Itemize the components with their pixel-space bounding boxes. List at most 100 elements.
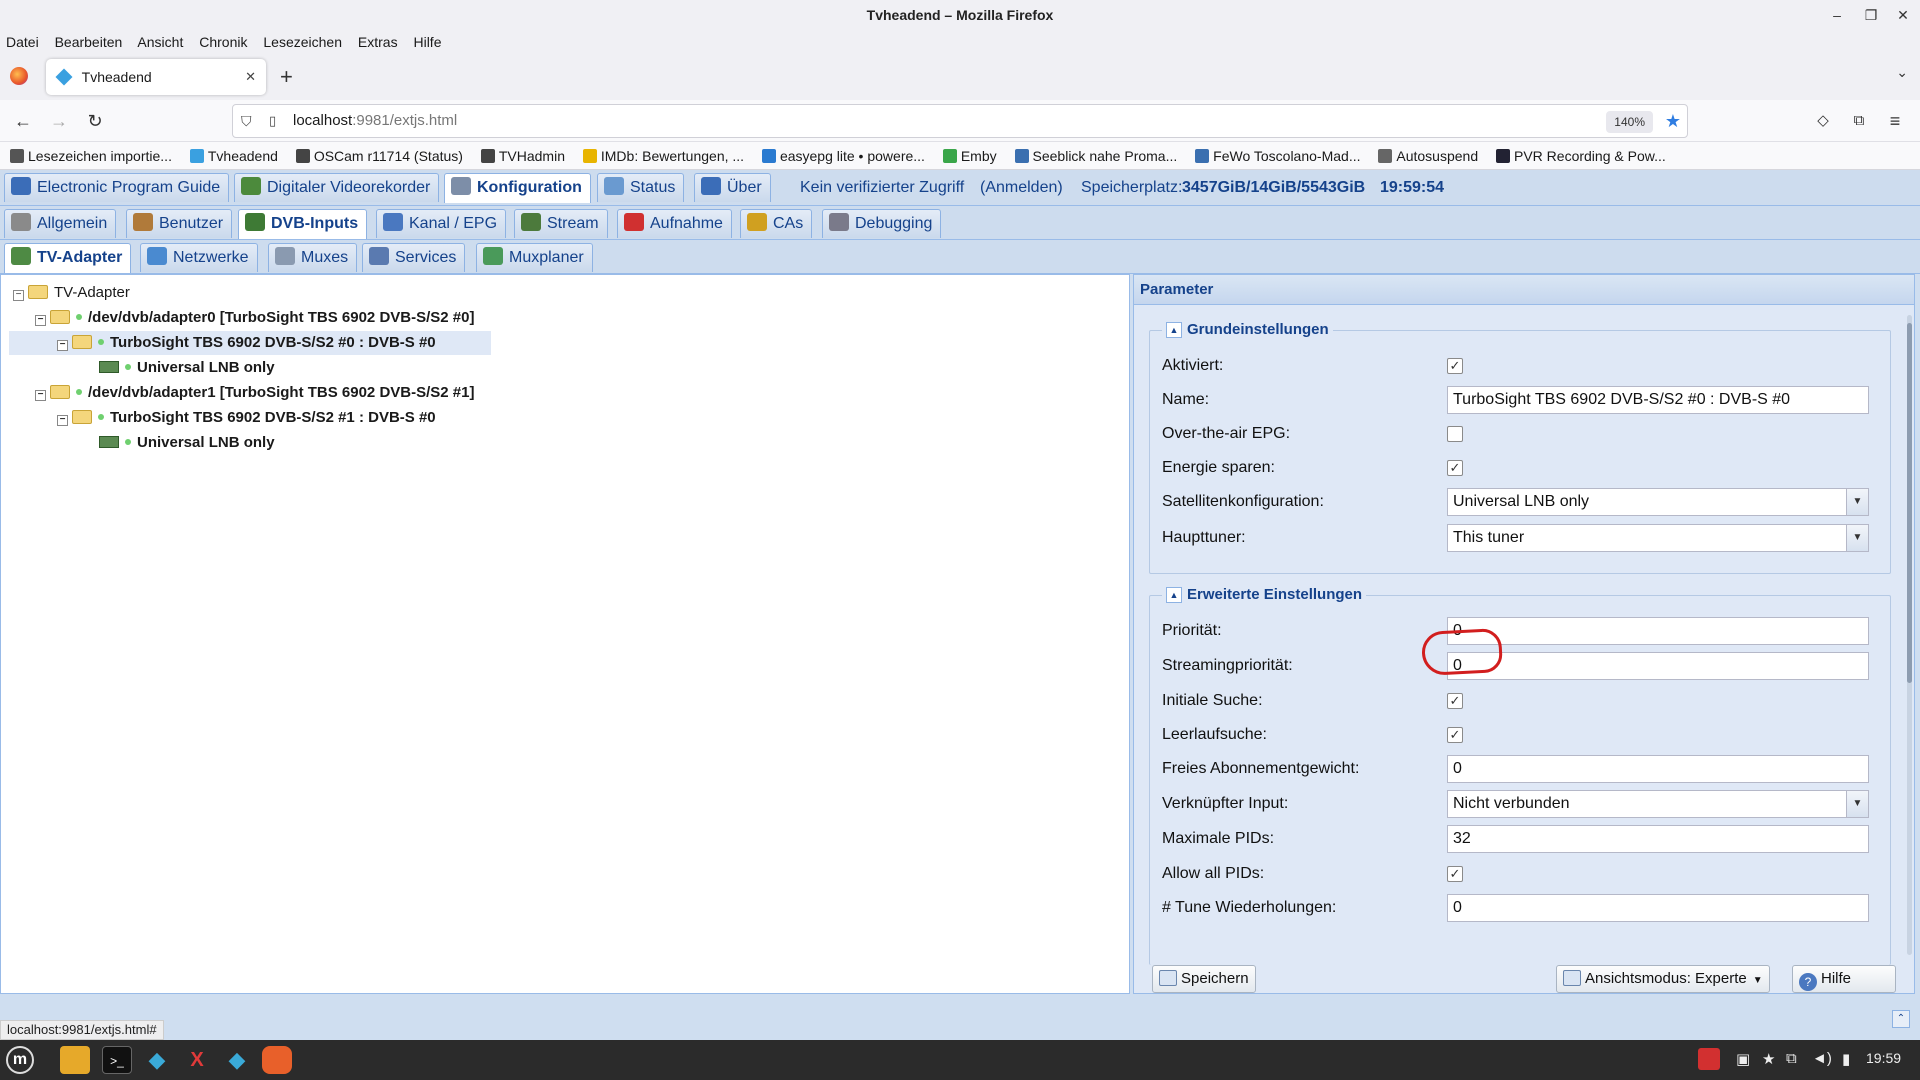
forward-icon[interactable]: →: [44, 106, 74, 136]
tab-muxplaner[interactable]: Muxplaner: [476, 243, 593, 272]
save-button[interactable]: Speichern: [1152, 965, 1256, 993]
checkbox-energie-sparen[interactable]: ✓: [1447, 460, 1463, 476]
bookmark-emby[interactable]: Emby: [942, 142, 997, 169]
tab-netzwerke[interactable]: Netzwerke: [140, 243, 258, 272]
chevron-down-icon[interactable]: ▼: [1846, 489, 1868, 515]
tab-services[interactable]: Services: [362, 243, 466, 272]
satconf-select[interactable]: Universal LNB only ▼: [1447, 488, 1869, 516]
help-button[interactable]: ? Hilfe: [1792, 965, 1896, 993]
collapse-up-icon[interactable]: ⌃: [1892, 1010, 1910, 1028]
firefox-icon[interactable]: [10, 67, 28, 85]
view-mode-button[interactable]: Ansichtsmodus: Experte ▼: [1556, 965, 1770, 993]
reload-icon[interactable]: ↻: [80, 106, 110, 136]
new-tab-icon[interactable]: +: [280, 62, 293, 92]
checkbox-ota-epg[interactable]: [1447, 426, 1463, 442]
kodi-icon[interactable]: ◆: [142, 1046, 172, 1074]
tab-dvr[interactable]: Digitaler Videorekorder: [234, 173, 440, 202]
checkbox-allow-all-pids[interactable]: ✓: [1447, 866, 1463, 882]
bookmark-autosuspend[interactable]: Autosuspend: [1378, 142, 1478, 169]
bookmark-easyepg[interactable]: easyepg lite • powere...: [761, 142, 925, 169]
collapse-toggle-icon[interactable]: −: [57, 415, 68, 426]
maximize-icon[interactable]: ❐: [1856, 0, 1886, 30]
terminal-icon[interactable]: >_: [102, 1046, 132, 1074]
collapse-toggle-icon[interactable]: −: [35, 390, 46, 401]
menu-chronik[interactable]: Chronik: [199, 34, 247, 50]
tab-ueber[interactable]: Über: [694, 173, 771, 202]
menu-extras[interactable]: Extras: [358, 34, 398, 50]
tab-konfiguration[interactable]: Konfiguration: [444, 173, 591, 203]
tree-root[interactable]: − TV-Adapter: [13, 281, 130, 305]
name-field[interactable]: TurboSight TBS 6902 DVB-S/S2 #0 : DVB-S …: [1447, 386, 1869, 414]
collapse-toggle-icon[interactable]: −: [35, 315, 46, 326]
menu-datei[interactable]: Datei: [6, 34, 39, 50]
menu-hilfe[interactable]: Hilfe: [413, 34, 441, 50]
chevron-down-icon[interactable]: ▼: [1846, 791, 1868, 817]
xc-icon[interactable]: X: [182, 1046, 212, 1074]
tray-app-icon[interactable]: [1698, 1048, 1720, 1070]
browser-tab-tvheadend[interactable]: Tvheadend ✕: [46, 59, 266, 95]
shield-icon[interactable]: ⛉: [241, 105, 252, 137]
tray-network-icon[interactable]: ⧉: [1786, 1050, 1797, 1067]
tray-volume-icon[interactable]: ◄): [1812, 1050, 1832, 1067]
tab-status[interactable]: Status: [597, 173, 685, 202]
page-icon[interactable]: ▯: [269, 105, 276, 137]
tree-adapter0[interactable]: −/dev/dvb/adapter0 [TurboSight TBS 6902 …: [35, 306, 474, 330]
collapse-up-icon[interactable]: ▲: [1166, 587, 1182, 603]
checkbox-initiale-suche[interactable]: ✓: [1447, 693, 1463, 709]
taskbar-clock[interactable]: 19:59: [1866, 1050, 1901, 1066]
streamingprioritaet-field[interactable]: 0: [1447, 652, 1869, 680]
checkbox-leerlaufsuche[interactable]: ✓: [1447, 727, 1463, 743]
login-link[interactable]: (Anmelden): [980, 170, 1063, 206]
chevron-down-icon[interactable]: ▼: [1846, 525, 1868, 551]
tab-kanal-epg[interactable]: Kanal / EPG: [376, 209, 507, 238]
bookmark-imdb[interactable]: IMDb: Bewertungen, ...: [582, 142, 744, 169]
haupttuner-select[interactable]: This tuner ▼: [1447, 524, 1869, 552]
bookmark-pvr[interactable]: PVR Recording & Pow...: [1496, 142, 1666, 169]
zoom-indicator[interactable]: 140%: [1606, 111, 1653, 133]
tab-dvb-inputs[interactable]: DVB-Inputs: [238, 209, 368, 239]
tray-star-icon[interactable]: ★: [1762, 1050, 1775, 1068]
url-bar[interactable]: ⛉ ▯ localhost:9981/extjs.html 140% ★: [232, 104, 1688, 138]
collapse-toggle-icon[interactable]: −: [13, 290, 24, 301]
tab-debugging[interactable]: Debugging: [822, 209, 942, 238]
menu-bearbeiten[interactable]: Bearbeiten: [55, 34, 123, 50]
bookmark-tvhadmin[interactable]: TVHadmin: [480, 142, 565, 169]
collapse-toggle-icon[interactable]: −: [57, 340, 68, 351]
tab-cas[interactable]: CAs: [740, 209, 813, 238]
bookmark-seeblick[interactable]: Seeblick nahe Proma...: [1014, 142, 1177, 169]
tree-frontend0[interactable]: − TurboSight TBS 6902 DVB-S/S2 #0 : DVB-S…: [9, 331, 491, 355]
tray-battery-icon[interactable]: ▮: [1842, 1050, 1850, 1068]
kodi2-icon[interactable]: ◆: [222, 1046, 252, 1074]
bookmark-star-icon[interactable]: ★: [1665, 105, 1681, 137]
maximale-pids-field[interactable]: 32: [1447, 825, 1869, 853]
tab-benutzer[interactable]: Benutzer: [126, 209, 233, 238]
parameter-scrollbar[interactable]: [1907, 315, 1912, 955]
verknuepfter-input-select[interactable]: Nicht verbunden ▼: [1447, 790, 1869, 818]
extensions-icon[interactable]: ⧉: [1844, 106, 1874, 136]
abonnementgewicht-field[interactable]: 0: [1447, 755, 1869, 783]
tab-epg[interactable]: Electronic Program Guide: [4, 173, 230, 202]
files-icon[interactable]: [60, 1046, 90, 1074]
tune-wiederholungen-field[interactable]: 0: [1447, 894, 1869, 922]
minimize-icon[interactable]: –: [1822, 0, 1852, 30]
tree-frontend1[interactable]: − TurboSight TBS 6902 DVB-S/S2 #1 : DVB-S…: [57, 406, 436, 430]
tree-lnb1[interactable]: Universal LNB only: [99, 431, 275, 455]
pocket-icon[interactable]: ◇: [1808, 106, 1838, 136]
advanced-settings-legend[interactable]: ▲ Erweiterte Einstellungen: [1162, 585, 1367, 605]
basic-settings-legend[interactable]: ▲ Grundeinstellungen: [1162, 320, 1333, 340]
close-window-icon[interactable]: ✕: [1888, 0, 1918, 30]
list-tabs-icon[interactable]: ⌄: [1896, 64, 1908, 81]
bookmark-oscam[interactable]: OSCam r11714 (Status): [295, 142, 463, 169]
tree-lnb0[interactable]: Universal LNB only: [99, 356, 275, 380]
menu-ansicht[interactable]: Ansicht: [137, 34, 183, 50]
tab-aufnahme[interactable]: Aufnahme: [617, 209, 732, 238]
tab-stream[interactable]: Stream: [514, 209, 608, 238]
close-tab-icon[interactable]: ✕: [245, 59, 256, 95]
collapse-up-icon[interactable]: ▲: [1166, 322, 1182, 338]
bookmark-import[interactable]: Lesezeichen importie...: [10, 142, 172, 169]
hamburger-menu-icon[interactable]: ≡: [1880, 106, 1910, 136]
tree-adapter1[interactable]: −/dev/dvb/adapter1 [TurboSight TBS 6902 …: [35, 381, 474, 405]
firefox-taskbar-icon[interactable]: [262, 1046, 292, 1074]
mint-menu-icon[interactable]: m: [6, 1046, 34, 1074]
tab-tv-adapter[interactable]: TV-Adapter: [4, 243, 132, 273]
